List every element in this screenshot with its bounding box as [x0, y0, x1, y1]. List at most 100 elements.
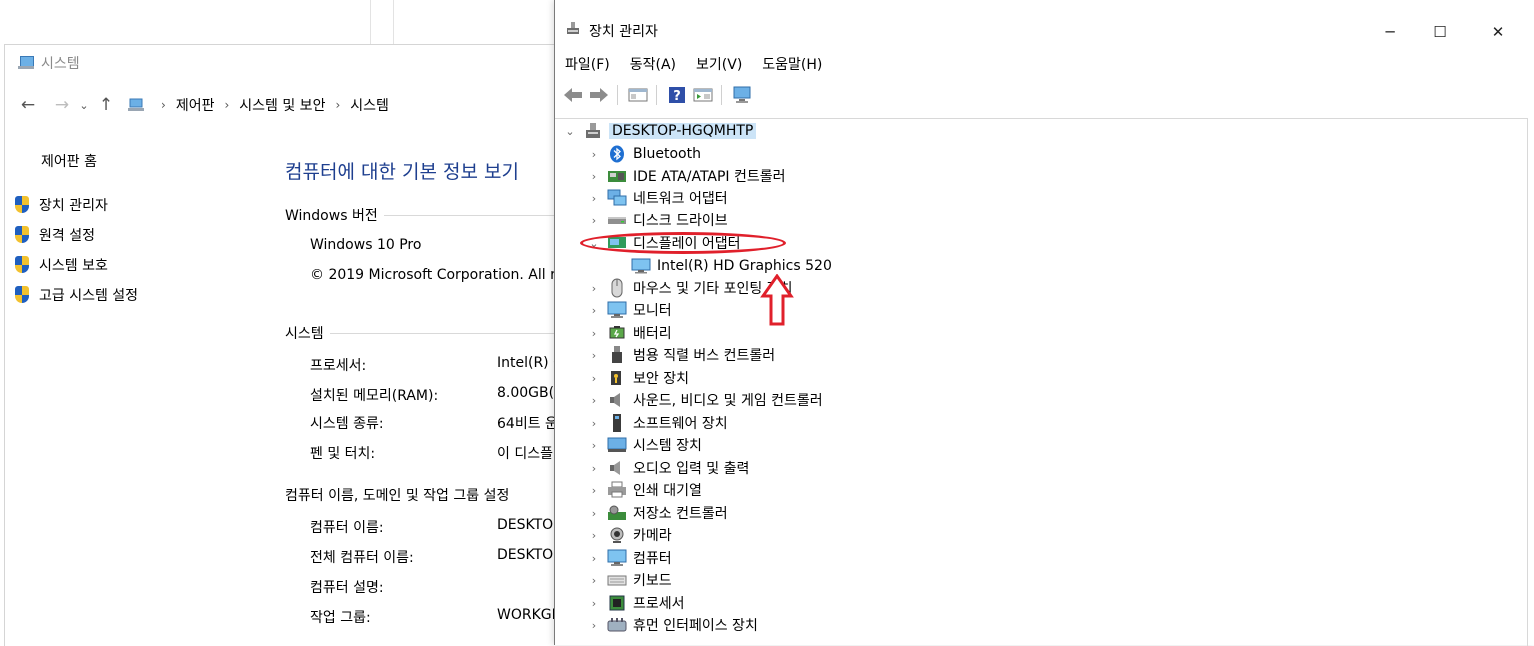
toolbar-separator: [617, 85, 618, 105]
back-arrow-icon[interactable]: [561, 84, 585, 106]
expand-chevron-icon[interactable]: ›: [587, 170, 601, 183]
task-system-protection[interactable]: 시스템 보호: [13, 255, 108, 275]
tree-category-node[interactable]: › Bluetooth: [587, 144, 701, 164]
expand-chevron-icon[interactable]: ›: [587, 529, 601, 542]
system-window: 시스템 ← → ⌄ ↑ › 제어판 › 시스템 및 보안 › 시스템 제어판 홈…: [4, 44, 565, 646]
expand-chevron-icon[interactable]: ›: [587, 484, 601, 497]
title-bar: 장치 관리자 ─ ☐ ✕: [555, 0, 1534, 41]
tree-category-node[interactable]: › 모니터: [587, 300, 672, 320]
toolbar-separator: [721, 85, 722, 105]
tree-category-node[interactable]: › 범용 직렬 버스 컨트롤러: [587, 345, 775, 365]
show-hide-console-tree-icon[interactable]: [626, 84, 650, 106]
task-device-manager[interactable]: 장치 관리자: [13, 195, 108, 215]
task-label: 원격 설정: [39, 228, 95, 244]
breadcrumb-item[interactable]: 시스템: [350, 95, 389, 115]
menu-action[interactable]: 동작(A): [620, 54, 686, 78]
expand-chevron-icon[interactable]: ›: [587, 574, 601, 587]
forward-arrow-icon[interactable]: [587, 84, 611, 106]
up-arrow-icon[interactable]: ↑: [95, 94, 117, 116]
category-label: 휴먼 인터페이스 장치: [633, 618, 758, 634]
tree-category-node[interactable]: › 사운드, 비디오 및 게임 컨트롤러: [587, 390, 823, 410]
speaker-icon: [607, 391, 627, 409]
expand-chevron-icon[interactable]: ›: [587, 394, 601, 407]
help-icon[interactable]: ?: [665, 84, 689, 106]
tree-category-node[interactable]: › 소프트웨어 장치: [587, 413, 728, 433]
tree-category-node[interactable]: › 배터리: [587, 323, 672, 343]
task-remote-settings[interactable]: 원격 설정: [13, 225, 95, 245]
tree-category-node[interactable]: › 카메라: [587, 525, 672, 545]
menu-file[interactable]: 파일(F): [555, 54, 620, 78]
maximize-button[interactable]: ☐: [1411, 20, 1469, 44]
device-manager-window: 장치 관리자 ─ ☐ ✕ 파일(F) 동작(A) 보기(V) 도움말(H) ?: [554, 0, 1534, 646]
tree-category-node[interactable]: › 저장소 컨트롤러: [587, 503, 728, 523]
breadcrumb-separator-icon: ›: [161, 98, 166, 112]
collapse-chevron-icon[interactable]: ⌄: [563, 125, 577, 138]
expand-chevron-icon[interactable]: ›: [587, 619, 601, 632]
expand-chevron-icon[interactable]: ›: [587, 552, 601, 565]
tree-category-node[interactable]: › 프로세서: [587, 593, 685, 613]
tree-category-node[interactable]: › 키보드: [587, 570, 672, 590]
task-label: 고급 시스템 설정: [39, 288, 139, 304]
audio-icon: [607, 459, 627, 477]
expand-chevron-icon[interactable]: ›: [587, 327, 601, 340]
system-device-icon: [607, 436, 627, 454]
tree-category-node[interactable]: › 보안 장치: [587, 368, 689, 388]
category-label: 사운드, 비디오 및 게임 컨트롤러: [633, 393, 823, 409]
expand-chevron-icon[interactable]: ›: [587, 282, 601, 295]
tree-category-node[interactable]: › 디스크 드라이브: [587, 210, 728, 230]
scan-hardware-icon[interactable]: [730, 84, 754, 106]
breadcrumb-separator-icon: ›: [224, 98, 230, 112]
breadcrumb-item[interactable]: 시스템 및 보안: [239, 95, 325, 115]
recent-locations-chevron-icon[interactable]: ⌄: [77, 94, 91, 116]
processor-icon: [607, 594, 627, 612]
uac-shield-icon: [13, 225, 31, 245]
category-label: 인쇄 대기열: [633, 483, 702, 499]
menu-view[interactable]: 보기(V): [686, 54, 752, 78]
control-panel-home-link[interactable]: 제어판 홈: [41, 151, 97, 171]
ram-value: 8.00GB(7: [497, 385, 561, 401]
menu-help[interactable]: 도움말(H): [752, 54, 832, 78]
tree-category-node[interactable]: › 휴먼 인터페이스 장치: [587, 615, 758, 635]
expand-chevron-icon[interactable]: ›: [587, 214, 601, 227]
tree-category-node[interactable]: › 컴퓨터: [587, 548, 672, 568]
tree-category-node[interactable]: › 인쇄 대기열: [587, 480, 702, 500]
usb-icon: [607, 346, 627, 364]
expand-chevron-icon[interactable]: ›: [587, 349, 601, 362]
close-button[interactable]: ✕: [1469, 20, 1527, 44]
pen-touch-label: 펜 및 터치:: [310, 446, 376, 462]
section-heading-windows-edition: Windows 버전: [285, 205, 565, 225]
tree-category-node[interactable]: › 시스템 장치: [587, 435, 702, 455]
task-advanced-system-settings[interactable]: 고급 시스템 설정: [13, 285, 138, 305]
tree-category-node[interactable]: › IDE ATA/ATAPI 컨트롤러: [587, 166, 786, 186]
properties-pane-icon[interactable]: [691, 84, 715, 106]
expand-chevron-icon[interactable]: ›: [587, 192, 601, 205]
computer-description-label: 컴퓨터 설명:: [310, 580, 384, 596]
tree-root-node[interactable]: ⌄ DESKTOP-HGQMHTP: [563, 121, 757, 141]
expand-chevron-icon[interactable]: ›: [587, 462, 601, 475]
uac-shield-icon: [13, 255, 31, 275]
expand-chevron-icon[interactable]: ›: [587, 597, 601, 610]
breadcrumb-item[interactable]: 제어판: [176, 95, 215, 115]
expand-chevron-icon[interactable]: ›: [587, 507, 601, 520]
tree-category-node[interactable]: › 오디오 입력 및 출력: [587, 458, 749, 478]
bluetooth-icon: [607, 145, 627, 163]
hid-icon: [607, 616, 627, 634]
svg-text:?: ?: [673, 89, 681, 104]
expand-chevron-icon[interactable]: ›: [587, 372, 601, 385]
expand-chevron-icon[interactable]: ›: [587, 417, 601, 430]
divider: [370, 0, 371, 44]
computer-name-label: 컴퓨터 이름:: [310, 520, 384, 536]
category-label: 오디오 입력 및 출력: [633, 461, 750, 477]
back-arrow-icon[interactable]: ←: [17, 94, 39, 116]
copyright-text: © 2019 Microsoft Corporation. All r: [310, 267, 556, 283]
expand-chevron-icon[interactable]: ›: [587, 439, 601, 452]
expand-chevron-icon[interactable]: ›: [587, 304, 601, 317]
forward-arrow-icon[interactable]: →: [51, 94, 73, 116]
expand-chevron-icon[interactable]: ›: [587, 148, 601, 161]
keyboard-icon: [607, 571, 627, 589]
device-intel-hd-graphics[interactable]: Intel(R) HD Graphics 520: [631, 256, 832, 276]
window-title-text: 시스템: [41, 56, 80, 72]
section-heading-text: Windows 버전: [285, 208, 378, 224]
section-heading-text: 컴퓨터 이름, 도메인 및 작업 그룹 설정: [285, 488, 510, 504]
tree-category-node[interactable]: › 네트워크 어댑터: [587, 188, 728, 208]
